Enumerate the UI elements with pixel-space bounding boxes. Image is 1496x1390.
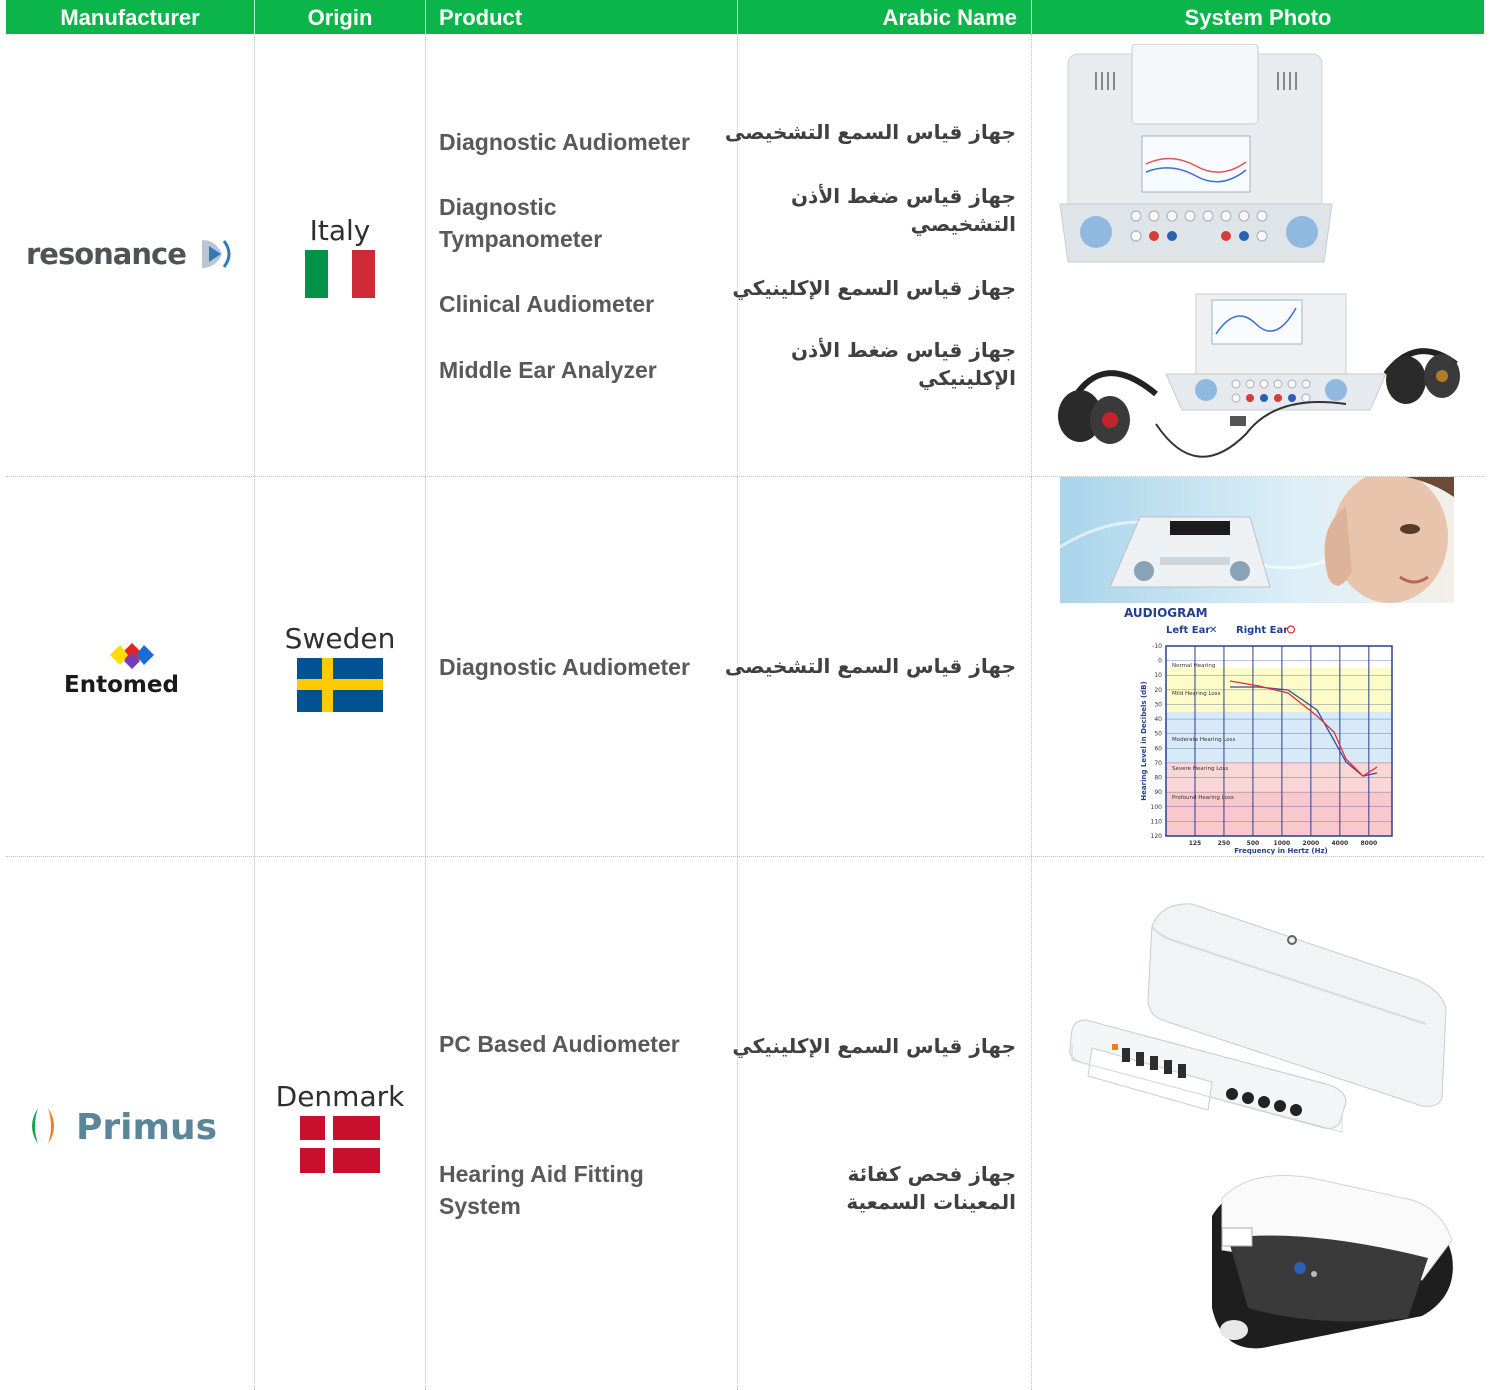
product-name: Diagnostic Audiometer	[439, 129, 690, 155]
audiogram-y-tick: 10	[1154, 672, 1162, 679]
audiogram-y-tick: 100	[1151, 804, 1163, 811]
audiogram-y-tick: 70	[1154, 760, 1162, 767]
product-name: Clinical Audiometer	[439, 291, 655, 317]
arabic-name: جهاز قياس السمع الإكلينيكي	[732, 1034, 1016, 1058]
entomed-logo: Entomed	[62, 640, 202, 698]
primus-logo: Primus	[24, 1102, 244, 1150]
svg-text:Entomed: Entomed	[64, 672, 179, 698]
zone-label: Mild Hearing Loss	[1172, 691, 1221, 697]
arabic-name: جهاز قياس ضغط الأذن الإكلينيكي	[790, 338, 1016, 390]
audiogram-title: AUDIOGRAM	[1124, 606, 1208, 620]
product-name: Diagnostic Tympanometer	[439, 194, 603, 252]
audiogram-y-tick: 90	[1154, 789, 1162, 796]
svg-text:Primus: Primus	[76, 1107, 217, 1148]
audiogram-x-tick: 500	[1247, 840, 1260, 847]
audiogram-ylabel: Hearing Level in Decibels (dB)	[1140, 681, 1148, 800]
sweden-flag	[297, 658, 383, 712]
product-name: Diagnostic Audiometer	[439, 654, 690, 680]
product-table: Manufacturer Origin Product Arabic Name …	[6, 0, 1484, 1390]
audiogram-y-tick: 80	[1154, 775, 1162, 782]
arabic-name: جهاز قياس السمع التشخيصى	[724, 654, 1016, 678]
audiogram-y-tick: 0	[1158, 658, 1162, 665]
audiogram-y-tick: -10	[1152, 643, 1162, 650]
right-ear-marker-icon	[1286, 625, 1296, 634]
zone-label: Normal Hearing	[1172, 663, 1215, 669]
arabic-name: جهاز قياس السمع التشخيصى	[724, 120, 1016, 144]
table-header: Manufacturer Origin Product Arabic Name …	[6, 0, 1484, 34]
header-arabic-name: Arabic Name	[882, 5, 1017, 30]
italy-flag	[305, 250, 375, 298]
product-name: PC Based Audiometer	[439, 1031, 680, 1057]
audiogram-x-tick: 1000	[1274, 840, 1291, 847]
denmark-flag	[300, 1116, 380, 1173]
audiogram-x-tick: 4000	[1331, 840, 1348, 847]
product-name: Hearing Aid Fitting System	[439, 1161, 644, 1219]
audiometer-ear-photo	[1059, 471, 1454, 603]
arabic-name: جهاز قياس ضغط الأذن التشخيصي	[790, 184, 1016, 236]
audiogram-xlabel: Frequency in Hertz (Hz)	[1234, 847, 1327, 855]
header-system-photo: System Photo	[1184, 5, 1332, 30]
left-ear-marker-icon: ✕	[1209, 625, 1217, 636]
arabic-name: جهاز فحص كفائة المعينات السمعية	[846, 1162, 1016, 1214]
left-ear-legend: Left Ear	[1166, 625, 1210, 636]
audiogram-chart: AUDIOGRAM Left Ear ✕ Right Ear -10 0 10 20 3…	[1116, 604, 1396, 856]
audiogram-x-tick: 8000	[1360, 840, 1377, 847]
audiogram-y-tick: 40	[1154, 716, 1162, 723]
primus-device-photo	[1052, 898, 1476, 1390]
audiogram-x-tick: 250	[1218, 840, 1231, 847]
audiogram-y-tick: 110	[1151, 818, 1163, 825]
resonance-logo: resonance	[26, 232, 238, 276]
audiogram-x-tick: 2000	[1303, 840, 1320, 847]
right-ear-legend: Right Ear	[1236, 625, 1288, 636]
zone-label: Profound Hearing Loss	[1172, 795, 1234, 801]
zone-label: Severe Hearing Loss	[1172, 766, 1228, 772]
header-origin: Origin	[307, 5, 373, 30]
audiogram-y-tick: 60	[1154, 745, 1162, 752]
audiogram-y-tick: 30	[1154, 701, 1162, 708]
audiogram-x-tick: 125	[1189, 840, 1202, 847]
svg-text:resonance: resonance	[26, 237, 186, 271]
header-manufacturer: Manufacturer	[60, 5, 200, 30]
arabic-name: جهاز قياس السمع الإكلينيكي	[732, 276, 1016, 300]
origin-label: Italy	[309, 214, 371, 247]
audiogram-y-tick: 20	[1154, 687, 1162, 694]
origin-label: Denmark	[275, 1080, 405, 1113]
header-product: Product	[439, 5, 523, 30]
origin-label: Sweden	[284, 622, 396, 655]
audiogram-y-tick: 50	[1154, 731, 1162, 738]
zone-label: Moderate Hearing Loss	[1172, 737, 1236, 743]
audiogram-y-tick: 120	[1151, 833, 1163, 840]
audiometer-photo	[1046, 43, 1476, 470]
product-name: Middle Ear Analyzer	[439, 357, 657, 383]
